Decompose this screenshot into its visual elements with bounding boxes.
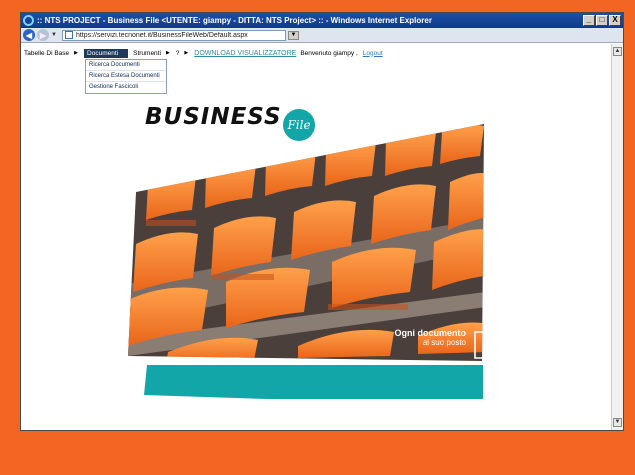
slogan-banner (144, 365, 483, 399)
history-dropdown-icon[interactable]: ▼ (51, 32, 57, 38)
slogan-line-2: al suo posto (422, 338, 466, 347)
url-field[interactable]: https://servizi.tecnonet.it/BusinessFile… (61, 29, 286, 41)
minimize-button[interactable]: _ (583, 15, 595, 26)
page-icon (64, 31, 73, 39)
address-bar: ◀ ▶ ▼ https://servizi.tecnonet.it/Busine… (21, 28, 623, 43)
menu-item-gestione-fascicoli[interactable]: Gestione Fascicoli (86, 82, 166, 93)
menu-item-ricerca-estesa[interactable]: Ricerca Estesa Documenti (86, 71, 166, 82)
welcome-text: Benvenuto giampy , (300, 49, 358, 57)
download-link[interactable]: DOWNLOAD VISUALIZZATORE (194, 50, 296, 57)
logout-link[interactable]: Logout (363, 50, 383, 57)
back-arrow-icon[interactable]: ◀ (23, 29, 35, 41)
slogan-line-1: Ogni documento (394, 328, 467, 338)
submenu-arrow-icon: ▶ (165, 50, 170, 56)
maximize-button[interactable]: □ (596, 15, 608, 26)
scroll-up-icon[interactable]: ▲ (613, 47, 622, 56)
menu-tabelle[interactable]: Tabelle Di Base (24, 50, 69, 57)
main-menu: Tabelle Di Base ▶ Documenti Strumenti ▶ … (24, 48, 387, 58)
submenu-arrow-icon: ▶ (74, 50, 79, 56)
menu-item-ricerca-documenti[interactable]: Ricerca Documenti (86, 60, 166, 71)
ie-logo-icon (23, 15, 34, 26)
url-text: https://servizi.tecnonet.it/BusinessFile… (75, 31, 248, 39)
window-title: :: NTS PROJECT - Business File <UTENTE: … (37, 16, 432, 25)
scroll-down-icon[interactable]: ▼ (613, 418, 622, 427)
menu-documenti[interactable]: Documenti (84, 48, 129, 58)
document-icon (474, 331, 494, 359)
submenu-arrow-icon: ▶ (184, 50, 189, 56)
window-controls: _ □ X (583, 15, 621, 26)
documenti-dropdown: Ricerca Documenti Ricerca Estesa Documen… (85, 59, 167, 94)
browser-window: :: NTS PROJECT - Business File <UTENTE: … (20, 12, 624, 431)
vertical-scrollbar[interactable]: ▲ ▼ (611, 44, 623, 430)
slogan-text: Ogni documento al suo posto (366, 328, 467, 347)
hero-image (128, 124, 484, 399)
title-bar: :: NTS PROJECT - Business File <UTENTE: … (21, 13, 623, 28)
url-dropdown-button[interactable]: ▼ (287, 30, 299, 40)
forward-arrow-icon[interactable]: ▶ (37, 29, 49, 41)
menu-strumenti[interactable]: Strumenti (133, 50, 161, 57)
page-content: Tabelle Di Base ▶ Documenti Strumenti ▶ … (21, 44, 611, 430)
menu-help[interactable]: ? (176, 50, 180, 57)
close-button[interactable]: X (609, 15, 621, 26)
